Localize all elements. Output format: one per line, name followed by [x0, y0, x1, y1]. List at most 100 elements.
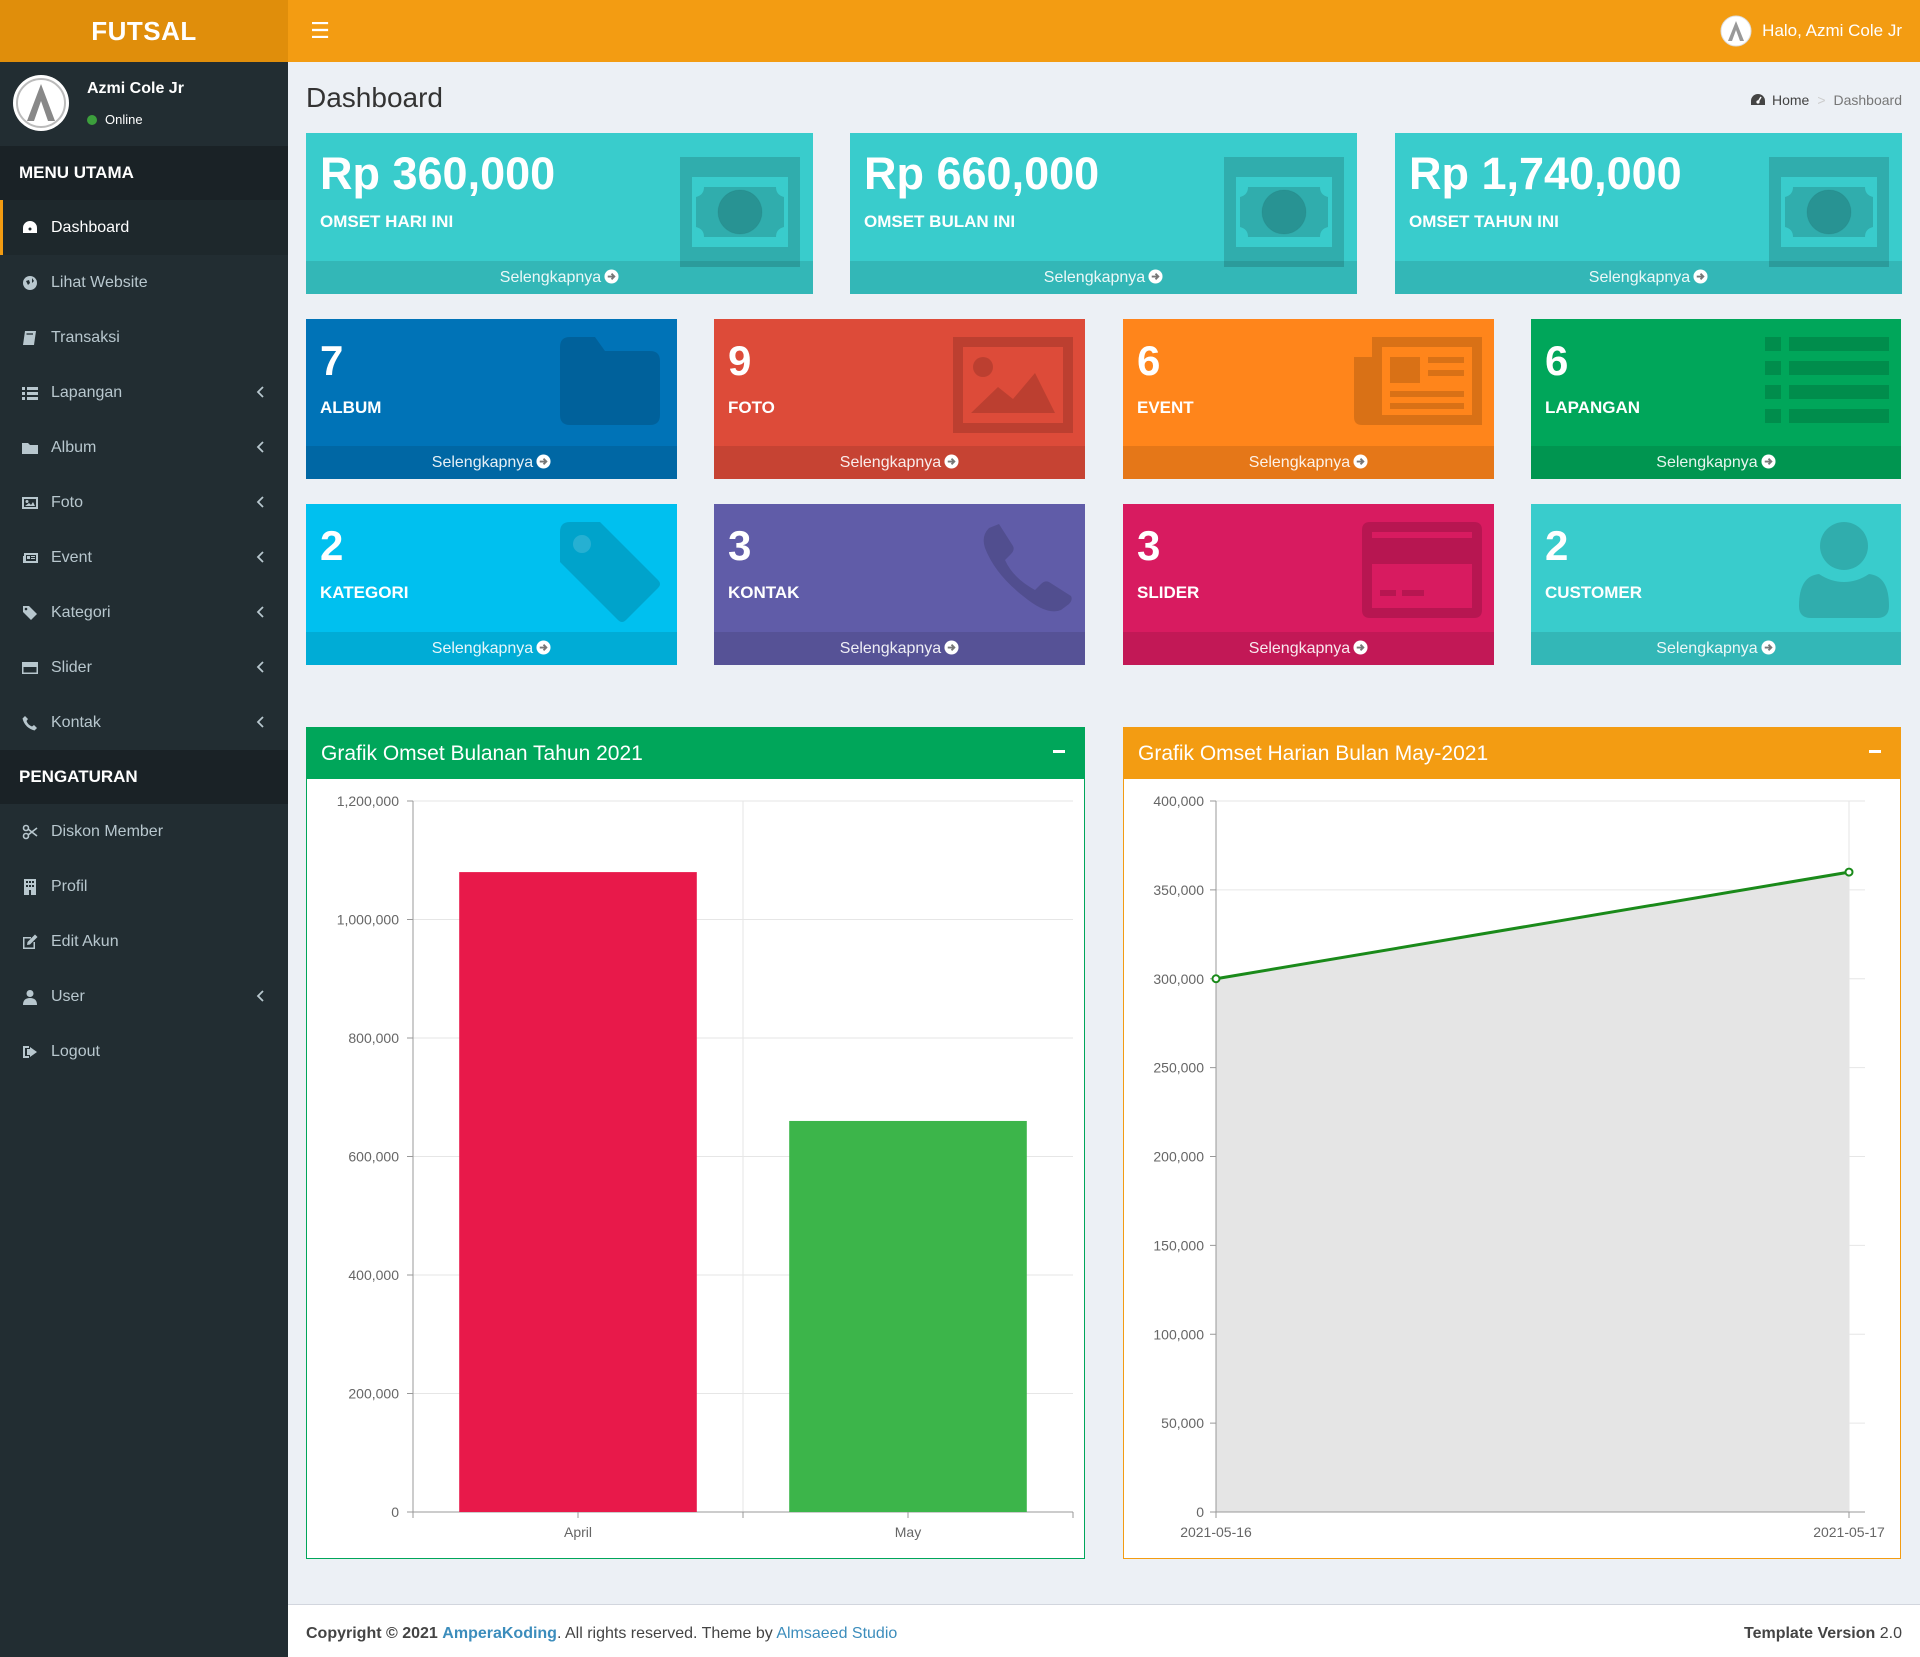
dashboard-icon	[22, 220, 38, 236]
money-icon: 1	[1769, 157, 1889, 272]
more-info-link[interactable]: Selengkapnya	[1531, 446, 1901, 479]
daily-chart-title: Grafik Omset Harian Bulan May-2021	[1124, 728, 1900, 779]
edit-icon	[22, 934, 38, 950]
list-icon	[22, 385, 38, 401]
stat-box-album: 7 ALBUM Selengkapnya	[306, 319, 677, 479]
stat-box-revenue-1: Rp 660,000 OMSET BULAN INI 1 Selengkapnya	[850, 133, 1357, 294]
y-tick-label: 50,000	[1161, 1415, 1204, 1431]
sidebar-item-lihat-website[interactable]: Lihat Website	[0, 255, 288, 310]
y-tick-label: 400,000	[1153, 793, 1204, 809]
sidebar-item-user[interactable]: User	[0, 969, 288, 1024]
stat-label: FOTO	[728, 398, 775, 417]
chevron-left-icon	[256, 386, 264, 398]
sign-out-icon	[22, 1044, 38, 1060]
stat-label: LAPANGAN	[1545, 398, 1641, 417]
globe-icon	[22, 275, 38, 291]
chevron-left-icon	[256, 990, 264, 1002]
footer: Copyright © 2021 AmperaKoding. All right…	[288, 1604, 1920, 1657]
copyright-prefix: Copyright © 2021	[306, 1625, 438, 1642]
folder-icon	[22, 440, 38, 456]
stat-box-slider: 3 SLIDER Selengkapnya	[1123, 504, 1494, 665]
more-info-link[interactable]: Selengkapnya	[306, 261, 813, 294]
arrow-circle-right-icon	[604, 269, 619, 284]
chevron-left-icon	[256, 551, 264, 563]
company-name: AmperaKoding	[442, 1625, 557, 1642]
user-menu[interactable]: Halo, Azmi Cole Jr	[1720, 15, 1902, 47]
stat-label: ALBUM	[320, 398, 382, 417]
rights-text: . All rights reserved. Theme by	[556, 1625, 777, 1642]
more-info-link[interactable]: Selengkapnya	[306, 632, 677, 665]
stat-value: 2	[320, 522, 344, 569]
chevron-left-icon	[256, 606, 264, 618]
dashboard-icon	[1750, 94, 1765, 105]
sidebar-item-label: Kategori	[51, 603, 111, 621]
arrow-circle-right-icon	[1353, 454, 1368, 469]
monthly-revenue-chart-panel: Grafik Omset Bulanan Tahun 2021 0 200,000…	[306, 727, 1085, 1559]
arrow-circle-right-icon	[1148, 269, 1163, 284]
theme-author-link[interactable]: Almsaeed Studio	[776, 1625, 897, 1642]
sidebar-item-foto[interactable]: Foto	[0, 475, 288, 530]
more-info-link[interactable]: Selengkapnya	[1123, 632, 1494, 665]
sidebar-item-profil[interactable]: Profil	[0, 859, 288, 914]
y-tick-label: 1,200,000	[337, 793, 399, 809]
sidebar-item-label: Diskon Member	[51, 822, 164, 840]
y-tick-label: 400,000	[348, 1267, 399, 1283]
svg-text:1: 1	[1819, 192, 1839, 233]
version-number: 2.0	[1879, 1625, 1902, 1642]
more-info-link[interactable]: Selengkapnya	[714, 446, 1085, 479]
image-icon	[22, 495, 38, 511]
sidebar-item-edit-akun[interactable]: Edit Akun	[0, 914, 288, 969]
stat-value: 9	[728, 337, 752, 384]
stat-value: 7	[320, 337, 344, 384]
phone-icon	[22, 715, 38, 731]
stat-box-kategori: 2 KATEGORI Selengkapnya	[306, 504, 677, 665]
sidebar-item-slider[interactable]: Slider	[0, 640, 288, 695]
more-info-link[interactable]: Selengkapnya	[1123, 446, 1494, 479]
more-info-link[interactable]: Selengkapnya	[850, 261, 1357, 294]
svg-text:1: 1	[730, 192, 750, 233]
sidebar-item-dashboard[interactable]: Dashboard	[0, 200, 288, 255]
y-tick-label: 150,000	[1153, 1237, 1204, 1253]
sidebar-item-kontak[interactable]: Kontak	[0, 695, 288, 750]
more-info-link[interactable]: Selengkapnya	[1531, 632, 1901, 665]
x-tick-label: May	[895, 1524, 921, 1540]
more-info-label: Selengkapnya	[839, 640, 942, 657]
stat-value: 6	[1545, 337, 1569, 384]
sidebar-item-album[interactable]: Album	[0, 420, 288, 475]
breadcrumb-home[interactable]: Home	[1772, 92, 1809, 108]
area-fill	[1216, 872, 1849, 1512]
sidebar-item-logout[interactable]: Logout	[0, 1024, 288, 1079]
company-link[interactable]: AmperaKoding	[442, 1625, 557, 1642]
bar-may	[789, 1120, 1027, 1512]
app-logo[interactable]: FUTSAL	[0, 0, 288, 62]
folder-icon	[555, 337, 665, 430]
sidebar-item-event[interactable]: Event	[0, 530, 288, 585]
monthly-bar-chart: 0 200,000 400,000 600,000 800,000 1,000,000 1,…	[337, 793, 1074, 1540]
logo-text: FUTSAL	[91, 15, 197, 46]
sidebar-toggle-icon[interactable]: ☰	[306, 17, 334, 45]
bar-april	[459, 872, 697, 1512]
more-info-link[interactable]: Selengkapnya	[714, 632, 1085, 665]
image-icon	[953, 337, 1073, 438]
sidebar-item-kategori[interactable]: Kategori	[0, 585, 288, 640]
y-tick-label: 0	[391, 1504, 399, 1520]
sidebar-item-lapangan[interactable]: Lapangan	[0, 365, 288, 420]
sidebar-item-label: Slider	[51, 658, 92, 676]
stat-label: CUSTOMER	[1545, 583, 1642, 602]
sidebar-item-diskon-member[interactable]: Diskon Member	[0, 804, 288, 859]
x-tick-label: 2021-05-17	[1813, 1524, 1885, 1540]
arrow-circle-right-icon	[536, 454, 551, 469]
chevron-left-icon	[256, 496, 264, 508]
more-info-label: Selengkapnya	[1248, 640, 1351, 657]
more-info-link[interactable]: Selengkapnya	[306, 446, 677, 479]
sidebar-item-transaksi[interactable]: Transaksi	[0, 310, 288, 365]
avatar-icon	[1720, 15, 1752, 47]
stat-box-foto: 9 FOTO Selengkapnya	[714, 319, 1085, 479]
avatar	[13, 75, 69, 131]
y-tick-label: 250,000	[1153, 1060, 1204, 1076]
chevron-left-icon	[256, 661, 264, 673]
collapse-icon[interactable]	[1868, 744, 1882, 758]
collapse-icon[interactable]	[1052, 744, 1066, 758]
more-info-link[interactable]: Selengkapnya	[1395, 261, 1902, 294]
footer-copyright: Copyright © 2021 AmperaKoding. All right…	[306, 1625, 897, 1643]
